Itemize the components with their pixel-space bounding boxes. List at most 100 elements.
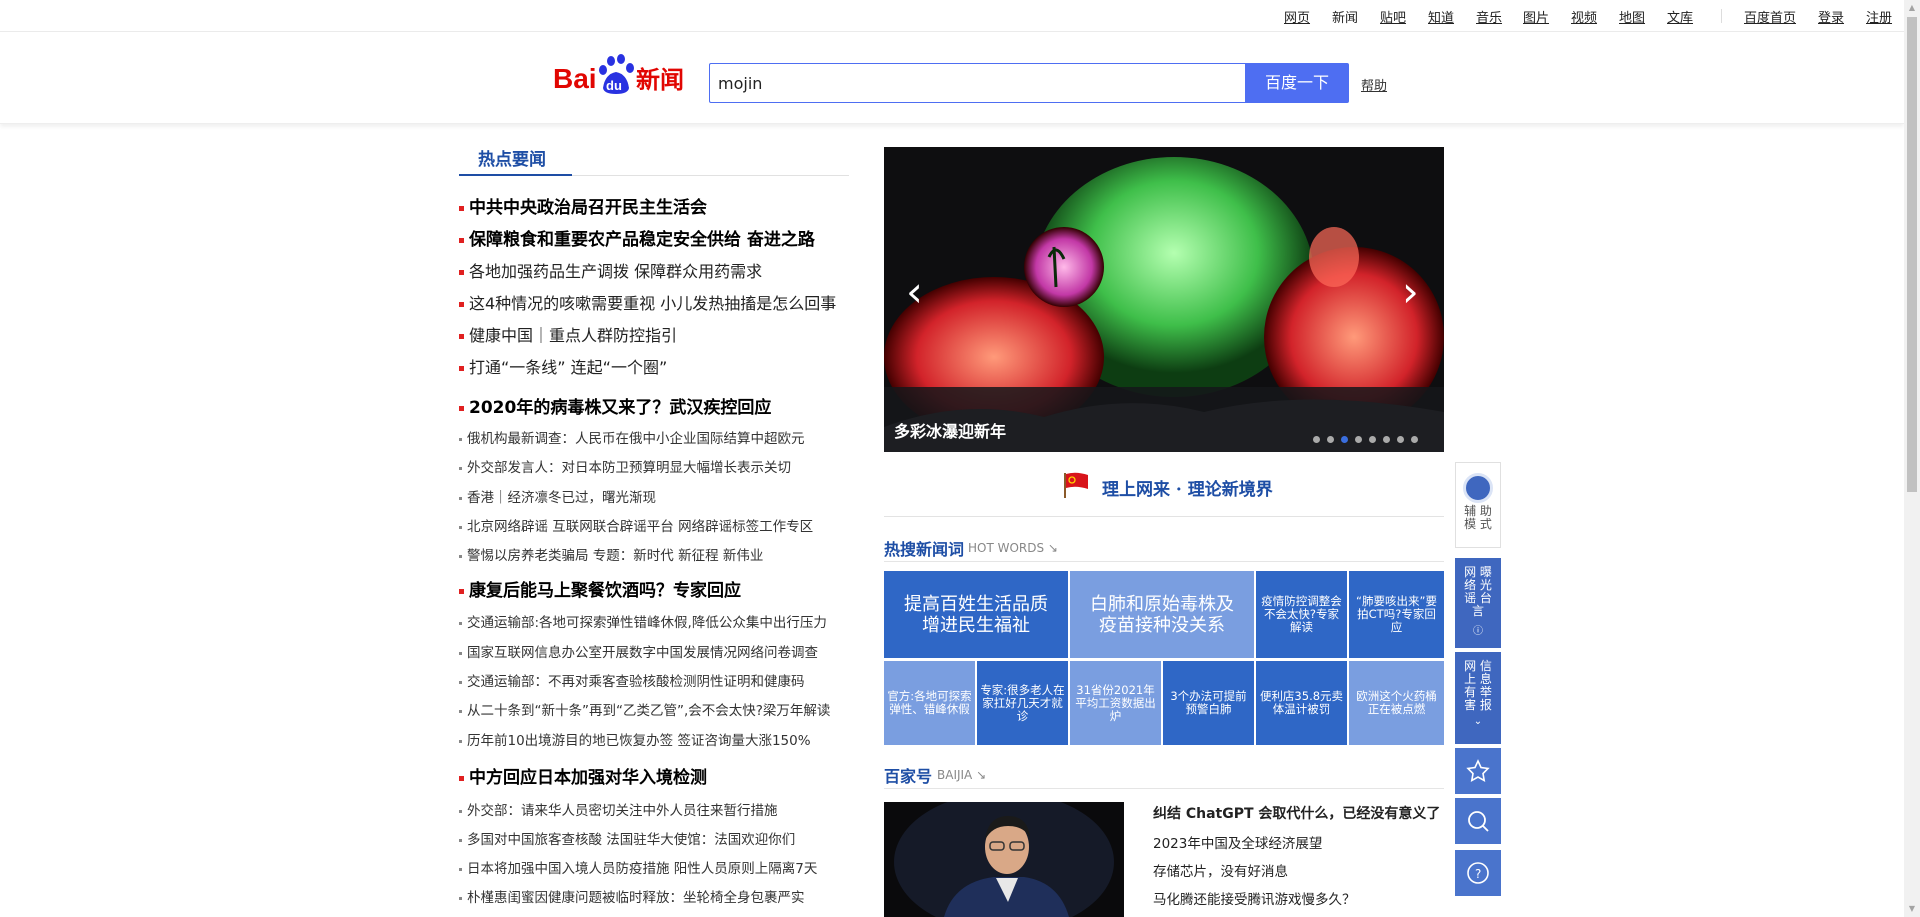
baijia-item[interactable]: 纠结 ChatGPT 会取代什么，已经没有意义了 — [1153, 803, 1440, 823]
bullet-icon — [459, 809, 462, 813]
baijia-item[interactable]: 马化腾还能接受腾讯游戏慢多久？ — [1153, 888, 1356, 908]
hot-news-title: 北京网络辟谣 互联网联合辟谣平台 网络辟谣标签工作专区 — [467, 519, 814, 535]
baijia-thumbnail[interactable] — [884, 802, 1124, 917]
hot-word-cell[interactable]: 31省份2021年平均工资数据出炉 — [1070, 661, 1161, 745]
slider-prev-button[interactable]: ‹ — [906, 267, 923, 317]
hot-news-item[interactable]: 日本将加强中国入境人员防疫措施 阳性人员原则上隔离7天 — [459, 857, 817, 877]
info-icon: ⓘ — [1473, 626, 1483, 637]
hot-news-title: 健康中国｜重点人群防控指引 — [469, 326, 678, 345]
baijia-item[interactable]: 存储芯片，没有好消息 — [1153, 860, 1288, 880]
favorite-button[interactable] — [1455, 748, 1501, 794]
hot-word-cell[interactable]: 3个办法可提前预警白肺 — [1163, 661, 1254, 745]
hot-word-cell[interactable]: 疫情防控调整会不会太快?专家解读 — [1256, 571, 1347, 658]
slider-next-button[interactable]: › — [1402, 267, 1419, 317]
hot-news-item[interactable]: 历年前10出境游目的地已恢复办签 签证咨询量大涨150% — [459, 729, 811, 749]
hot-news-title: 交通运输部：不再对乘客查验核酸检测阴性证明和健康码 — [467, 674, 805, 690]
scroll-up-arrow[interactable]: ▲ — [1904, 0, 1920, 16]
nav-link-baidu-home[interactable]: 百度首页 — [1744, 7, 1796, 26]
nav-link-video[interactable]: 视频 — [1571, 7, 1597, 26]
hot-news-item[interactable]: 从二十条到“新十条”再到“乙类乙管”,会不会太快?梁万年解读 — [459, 699, 830, 719]
search-float-button[interactable] — [1455, 798, 1501, 844]
hot-news-item[interactable]: 保障粮食和重要农产品稳定安全供给 奋进之路 — [459, 225, 815, 250]
slider-dot[interactable] — [1355, 436, 1362, 443]
hot-news-item[interactable]: 警惕以房养老类骗局 专题：新时代 新征程 新伟业 — [459, 544, 763, 564]
slider-dot[interactable] — [1313, 436, 1320, 443]
hot-news-item[interactable]: 康复后能马上聚餐饮酒吗？专家回应 — [459, 576, 741, 601]
photo-slider[interactable]: ‹ › 多彩冰瀑迎新年 — [884, 147, 1444, 452]
page-scrollbar[interactable]: ▲ ▼ — [1904, 0, 1920, 917]
hot-news-title: 警惕以房养老类骗局 专题：新时代 新征程 新伟业 — [467, 548, 764, 564]
register-link[interactable]: 注册 — [1866, 7, 1892, 26]
tab-underline — [459, 174, 572, 176]
slider-dot[interactable] — [1327, 436, 1334, 443]
hot-word-cell[interactable]: 便利店35.8元卖体温计被罚 — [1256, 661, 1347, 745]
nav-link-news[interactable]: 新闻 — [1332, 7, 1358, 26]
hot-word-cell[interactable]: “肺要咳出来”要拍CT吗?专家回应 — [1349, 571, 1444, 658]
logo-news: 新闻 — [636, 66, 684, 94]
nav-link-map[interactable]: 地图 — [1619, 7, 1645, 26]
bullet-icon — [459, 302, 464, 307]
scroll-thumb[interactable] — [1907, 17, 1917, 492]
nav-link-images[interactable]: 图片 — [1523, 7, 1549, 26]
slider-dot[interactable] — [1369, 436, 1376, 443]
hot-word-cell[interactable]: 官方:各地可探索弹性、错峰休假 — [884, 661, 975, 745]
hot-news-item[interactable]: 国家互联网信息办公室开展数字中国发展情况网络问卷调查 — [459, 641, 818, 661]
hot-words-subtitle[interactable]: HOT WORDS ↘ — [968, 541, 1058, 555]
tab-hot-news[interactable]: 热点要闻 — [478, 145, 546, 170]
nav-link-tieba[interactable]: 贴吧 — [1380, 7, 1406, 26]
hot-news-title: 2020年的病毒株又来了？武汉疾控回应 — [469, 398, 772, 418]
hot-words-title[interactable]: 热搜新闻词 — [884, 536, 964, 560]
search-input[interactable] — [710, 64, 1246, 102]
nav-link-web[interactable]: 网页 — [1284, 7, 1310, 26]
nav-link-wenku[interactable]: 文库 — [1667, 7, 1693, 26]
baijia-header: 百家号 BAIJIA ↘ — [884, 763, 1444, 789]
help-link[interactable]: 帮助 — [1361, 75, 1387, 94]
baijia-title[interactable]: 百家号 — [884, 763, 932, 787]
assist-mode-button[interactable]: 辅 助 模 式 — [1455, 462, 1501, 548]
hot-word-cell[interactable]: 白肺和原始毒株及疫苗接种没关系 — [1070, 571, 1254, 658]
slider-pagination — [1306, 428, 1418, 443]
hot-news-item[interactable]: 北京网络辟谣 互联网联合辟谣平台 网络辟谣标签工作专区 — [459, 515, 813, 535]
report-harmful-info-button[interactable]: 网 信 上 息 有 举 害 报 ⌄ — [1455, 652, 1501, 744]
hot-news-title: 外交部：请来华人员密切关注中外人员往来暂行措施 — [467, 803, 778, 819]
baijia-subtitle[interactable]: BAIJIA ↘ — [937, 768, 986, 782]
hot-word-cell[interactable]: 专家:很多老人在家扛好几天才就诊 — [977, 661, 1068, 745]
baidu-news-logo[interactable]: Bai du 新闻 — [553, 52, 693, 96]
baijia-item[interactable]: 2023年中国及全球经济展望 — [1153, 832, 1322, 852]
star-icon — [1466, 759, 1490, 783]
hot-word-cell[interactable]: 提高百姓生活品质增进民生福祉 — [884, 571, 1068, 658]
hot-news-item[interactable]: 中方回应日本加强对华入境检测 — [459, 763, 707, 788]
hot-news-item[interactable]: 中共中央政治局召开民主生活会 — [459, 193, 707, 218]
hot-news-title: 香港｜经济凛冬已过，曙光渐现 — [467, 490, 656, 506]
report-label: 网 信 上 息 有 举 害 报 — [1464, 659, 1492, 712]
feedback-button[interactable]: ? — [1455, 850, 1501, 896]
theory-banner[interactable]: 理上网来 · 理论新境界 — [884, 465, 1444, 517]
hot-news-item[interactable]: 俄机构最新调查：人民币在俄中小企业国际结算中超欧元 — [459, 427, 805, 447]
hot-news-item[interactable]: 朴槿惠闺蜜因健康问题被临时释放：坐轮椅全身包裹严实 — [459, 886, 805, 906]
hot-news-item[interactable]: 交通运输部:各地可探索弹性错峰休假,降低公众集中出行压力 — [459, 611, 827, 631]
hot-word-cell[interactable]: 欧洲这个火药桶正在被点燃 — [1349, 661, 1444, 745]
hot-news-title: 交通运输部:各地可探索弹性错峰休假,降低公众集中出行压力 — [467, 615, 827, 631]
slider-dot[interactable] — [1397, 436, 1404, 443]
search-button[interactable]: 百度一下 — [1245, 63, 1349, 103]
hot-news-item[interactable]: 外交部：请来华人员密切关注中外人员往来暂行措施 — [459, 799, 778, 819]
scroll-down-arrow[interactable]: ▼ — [1904, 901, 1920, 917]
hot-news-item[interactable]: 2020年的病毒株又来了？武汉疾控回应 — [459, 393, 771, 418]
hot-news-item[interactable]: 香港｜经济凛冬已过，曙光渐现 — [459, 486, 656, 506]
nav-link-zhidao[interactable]: 知道 — [1428, 7, 1454, 26]
hot-news-item[interactable]: 多国对中国旅客查核酸 法国驻华大使馆：法国欢迎你们 — [459, 828, 795, 848]
slider-dot[interactable] — [1383, 436, 1390, 443]
hot-news-item[interactable]: 打通“一条线” 连起“一个圈” — [459, 354, 667, 378]
login-link[interactable]: 登录 — [1818, 7, 1844, 26]
hot-news-item[interactable]: 外交部发言人：对日本防卫预算明显大幅增长表示关切 — [459, 456, 791, 476]
hot-news-item[interactable]: 这4种情况的咳嗽需要重视 小儿发热抽搐是怎么回事 — [459, 290, 836, 314]
slider-dot[interactable] — [1411, 436, 1418, 443]
nav-link-music[interactable]: 音乐 — [1476, 7, 1502, 26]
slide-caption[interactable]: 多彩冰瀑迎新年 — [894, 418, 1006, 442]
hot-news-item[interactable]: 健康中国｜重点人群防控指引 — [459, 322, 677, 346]
rumor-exposure-button[interactable]: 网 曝 络 光 谣 台 言 ⓘ — [1455, 558, 1501, 648]
hot-news-item[interactable]: 各地加强药品生产调拨 保障群众用药需求 — [459, 258, 762, 282]
hot-news-title: 历年前10出境游目的地已恢复办签 签证咨询量大涨150% — [467, 733, 811, 749]
slider-dot[interactable] — [1341, 436, 1348, 443]
hot-news-item[interactable]: 交通运输部：不再对乘客查验核酸检测阴性证明和健康码 — [459, 670, 805, 690]
